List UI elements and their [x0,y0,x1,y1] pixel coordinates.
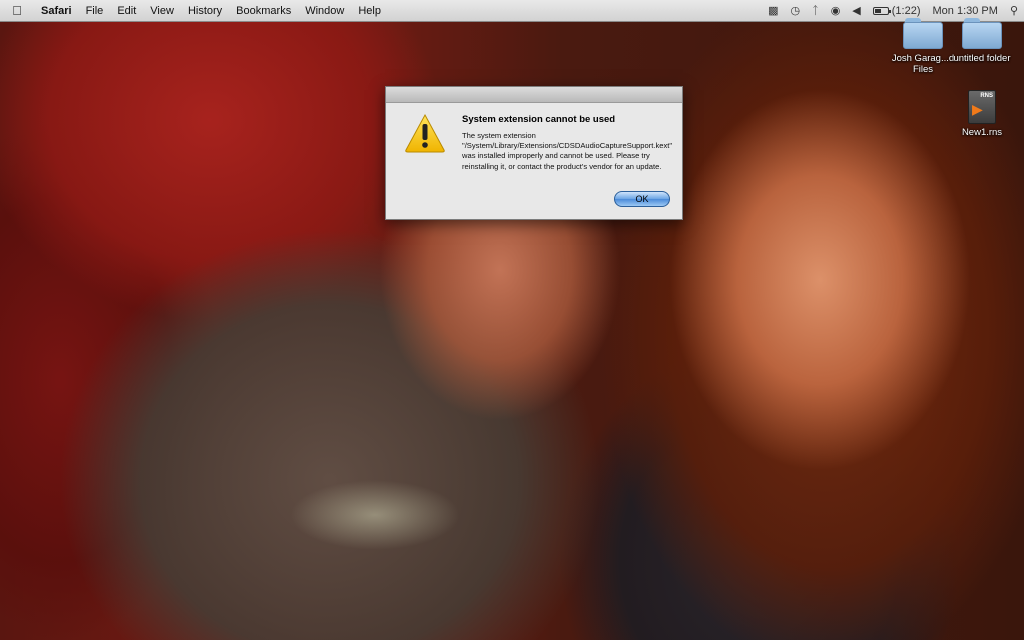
menu-app-safari[interactable]: Safari [34,0,79,22]
apple-icon[interactable]:  [0,3,34,18]
wallpaper-detail [290,480,460,550]
time-machine-icon[interactable]: ◷ [784,0,806,22]
menu-bar:  Safari File Edit View History Bookmark… [0,0,1024,22]
desktop-icon-label: untitled folder [953,53,1011,64]
menu-window[interactable]: Window [298,0,351,22]
desktop-file-new1[interactable]: RNS ▶ New1.rns [942,90,1022,138]
warning-icon [405,113,445,153]
folder-icon [962,18,1002,50]
dialog-titlebar[interactable] [386,87,682,103]
dialog-title: System extension cannot be used [462,114,616,125]
bluetooth-icon[interactable]: ᛏ [806,0,825,22]
menu-bookmarks[interactable]: Bookmarks [229,0,298,22]
ok-button[interactable]: OK [614,191,670,207]
document-mark-icon: ▶ [972,101,983,117]
menu-view[interactable]: View [143,0,181,22]
menu-edit[interactable]: Edit [110,0,143,22]
battery-time: (1:22) [891,4,921,17]
dialog-message: The system extension "/System/Library/Ex… [462,131,673,171]
desktop-folder-untitled[interactable]: untitled folder [942,18,1022,64]
alert-dialog: System extension cannot be used The syst… [385,86,683,220]
volume-icon[interactable]: ◀ [846,0,866,22]
menu-file[interactable]: File [79,0,111,22]
battery-icon [872,6,891,15]
document-icon: RNS ▶ [968,90,996,124]
wifi-icon[interactable]: ◉ [825,0,847,22]
tether-icon[interactable]: ▩ [762,0,784,22]
desktop-icon-label: New1.rns [961,127,1003,138]
menu-help[interactable]: Help [351,0,388,22]
folder-icon [903,18,943,50]
menu-history[interactable]: History [181,0,229,22]
document-badge: RNS [980,93,993,99]
